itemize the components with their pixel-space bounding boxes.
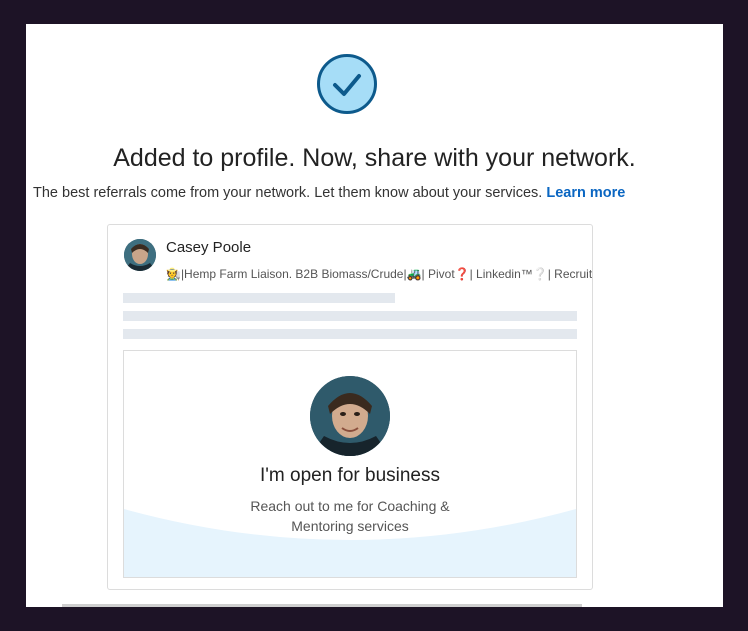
author-headline: 🧑‍🌾|Hemp Farm Liaison. B2B Biomass/Crude… [166, 267, 593, 281]
modal-footer-divider [62, 604, 582, 607]
open-for-business-description: Reach out to me for Coaching & Mentoring… [250, 498, 450, 534]
modal-title: Added to profile. Now, share with your n… [113, 144, 636, 172]
success-check-icon [317, 54, 377, 114]
open-for-business-card: I'm open for business Reach out to me fo… [123, 350, 577, 578]
post-preview-card: Casey Poole 🧑‍🌾|Hemp Farm Liaison. B2B B… [107, 224, 593, 590]
open-for-business-title: I'm open for business [260, 465, 440, 486]
skeleton-line [123, 329, 577, 339]
author-avatar [124, 239, 156, 271]
learn-more-link[interactable]: Learn more [546, 185, 625, 201]
share-modal: Added to profile. Now, share with your n… [26, 24, 723, 607]
skeleton-line [123, 293, 395, 303]
author-name: Casey Poole [166, 239, 252, 256]
modal-subtitle: The best referrals come from your networ… [33, 185, 723, 201]
profile-photo [310, 376, 390, 456]
modal-subtitle-text: The best referrals come from your networ… [33, 185, 543, 201]
skeleton-line [123, 311, 577, 321]
